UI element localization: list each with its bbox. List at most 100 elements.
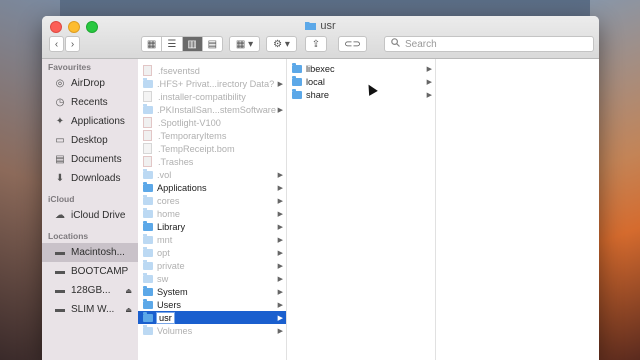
file-name: Volumes — [157, 325, 193, 336]
search-field[interactable]: Search — [384, 36, 594, 52]
sidebar-item[interactable]: ▬ BOOTCAMP — [42, 262, 138, 281]
file-row[interactable]: private ▶ — [138, 259, 286, 272]
eject-icon[interactable]: ⏏ — [125, 287, 132, 295]
file-name: share — [306, 89, 329, 100]
gallery-view-button[interactable]: ▤ — [203, 37, 222, 51]
favourites-header: Favourites — [48, 62, 91, 72]
disk-icon: ▬ — [55, 247, 65, 258]
column-usr: libexec ▶ local ▶ share ▶ — [287, 59, 436, 360]
disk-icon: ▬ — [55, 285, 65, 296]
back-button[interactable]: ‹ — [49, 36, 64, 52]
file-icon — [143, 156, 152, 167]
file-row[interactable]: .Spotlight-V100 — [138, 116, 286, 129]
file-row[interactable]: mnt ▶ — [138, 233, 286, 246]
sidebar-item-label: Recents — [71, 97, 108, 108]
file-row[interactable]: Users ▶ — [138, 298, 286, 311]
file-name: .Trashes — [158, 156, 194, 167]
sidebar-item[interactable]: ⬇ Downloads — [42, 169, 138, 188]
file-name: libexec — [306, 63, 335, 74]
window-title: usr — [42, 20, 599, 32]
applications-icon: ✦ — [55, 116, 65, 127]
file-name: mnt — [157, 234, 173, 245]
share-button[interactable]: ⇪ — [305, 36, 327, 52]
file-name: cores — [157, 195, 180, 206]
column-root: .fseventsd .HFS+ Privat...irectory Data? ▶… — [138, 59, 287, 360]
disclosure-arrow-icon: ▶ — [277, 249, 283, 257]
file-row[interactable]: opt ▶ — [138, 246, 286, 259]
disclosure-arrow-icon: ▶ — [277, 236, 283, 244]
sidebar-item-label: BOOTCAMP — [71, 266, 129, 277]
folder-icon — [143, 272, 153, 283]
eject-icon[interactable]: ⏏ — [125, 306, 132, 314]
sidebar-item-label: iCloud Drive — [71, 210, 126, 221]
file-row[interactable]: usr ▶ — [138, 311, 286, 324]
disclosure-arrow-icon: ▶ — [277, 275, 283, 283]
downloads-icon: ⬇ — [55, 173, 65, 184]
arrange-button[interactable]: ▦ ▾ — [229, 36, 260, 52]
folder-icon — [143, 77, 153, 88]
sidebar-item[interactable]: ◎ AirDrop — [42, 74, 138, 93]
file-row[interactable]: sw ▶ — [138, 272, 286, 285]
sidebar-item-label: 128GB... — [71, 285, 111, 296]
sidebar-item-label: Downloads — [71, 173, 121, 184]
folder-icon — [143, 285, 153, 296]
disclosure-arrow-icon: ▶ — [277, 288, 283, 296]
sidebar-item[interactable]: ▬ 128GB... ⏏ — [42, 281, 138, 300]
file-row[interactable]: .HFS+ Privat...irectory Data? ▶ — [138, 77, 286, 90]
file-name: Users — [157, 299, 181, 310]
file-row[interactable]: home ▶ — [138, 207, 286, 220]
disclosure-arrow-icon: ▶ — [426, 65, 432, 73]
file-row[interactable]: Applications ▶ — [138, 181, 286, 194]
file-row[interactable]: .vol ▶ — [138, 168, 286, 181]
file-row[interactable]: .TempReceipt.bom — [138, 142, 286, 155]
file-icon — [143, 143, 152, 154]
title-bar: usr ‹ › ▦ ☰ ▥ ▤ ▦ ▾ ⚙ ▾ ⇪ ⊂⊃ Search — [42, 16, 599, 59]
search-icon — [391, 38, 400, 50]
file-row[interactable]: .fseventsd — [138, 64, 286, 77]
sidebar-item[interactable]: ✦ Applications — [42, 112, 138, 131]
disclosure-arrow-icon: ▶ — [277, 314, 283, 322]
finder-window: usr ‹ › ▦ ☰ ▥ ▤ ▦ ▾ ⚙ ▾ ⇪ ⊂⊃ Search Favo… — [42, 16, 599, 360]
window-title-text: usr — [320, 20, 336, 32]
file-row[interactable]: Library ▶ — [138, 220, 286, 233]
file-row[interactable]: System ▶ — [138, 285, 286, 298]
file-name: sw — [157, 273, 169, 284]
airdrop-icon: ◎ — [55, 78, 65, 89]
file-row[interactable]: Volumes ▶ — [138, 324, 286, 337]
file-row[interactable]: .installer-compatibility — [138, 90, 286, 103]
forward-button[interactable]: › — [65, 36, 80, 52]
file-icon — [143, 117, 152, 128]
file-name: usr — [156, 311, 175, 324]
file-row[interactable]: cores ▶ — [138, 194, 286, 207]
sidebar-item[interactable]: ▤ Documents — [42, 150, 138, 169]
file-row[interactable]: .Trashes — [138, 155, 286, 168]
sidebar-item-label: Applications — [71, 116, 125, 127]
sidebar-item[interactable]: ▬ SLIM W... ⏏ — [42, 300, 138, 319]
icon-view-button[interactable]: ▦ — [142, 37, 163, 51]
folder-icon — [143, 220, 153, 231]
file-row[interactable]: .TemporaryItems — [138, 129, 286, 142]
folder-icon — [143, 207, 153, 218]
sidebar-item[interactable]: ▭ Desktop — [42, 131, 138, 150]
sidebar-item[interactable]: ▬ Macintosh... — [42, 243, 138, 262]
locations-header: Locations — [48, 231, 89, 241]
file-row[interactable]: libexec ▶ — [287, 62, 435, 75]
file-name: opt — [157, 247, 170, 258]
file-row[interactable]: .PKInstallSan...stemSoftware ▶ — [138, 103, 286, 116]
folder-icon — [143, 298, 153, 309]
file-row[interactable]: share ▶ — [287, 88, 435, 101]
list-view-button[interactable]: ☰ — [162, 37, 183, 51]
file-row[interactable]: local ▶ — [287, 75, 435, 88]
sidebar-item[interactable]: ☁ iCloud Drive — [42, 206, 138, 225]
folder-icon — [143, 311, 153, 322]
sidebar-item[interactable]: ◷ Recents — [42, 93, 138, 112]
folder-icon — [143, 233, 153, 244]
column-view-button[interactable]: ▥ — [182, 37, 203, 51]
tags-button[interactable]: ⊂⊃ — [338, 36, 367, 52]
sidebar-item-label: Documents — [71, 154, 122, 165]
file-name: .fseventsd — [158, 65, 200, 76]
file-name: home — [157, 208, 180, 219]
folder-icon — [292, 62, 302, 73]
action-button[interactable]: ⚙ ▾ — [266, 36, 297, 52]
file-name: .installer-compatibility — [158, 91, 246, 102]
